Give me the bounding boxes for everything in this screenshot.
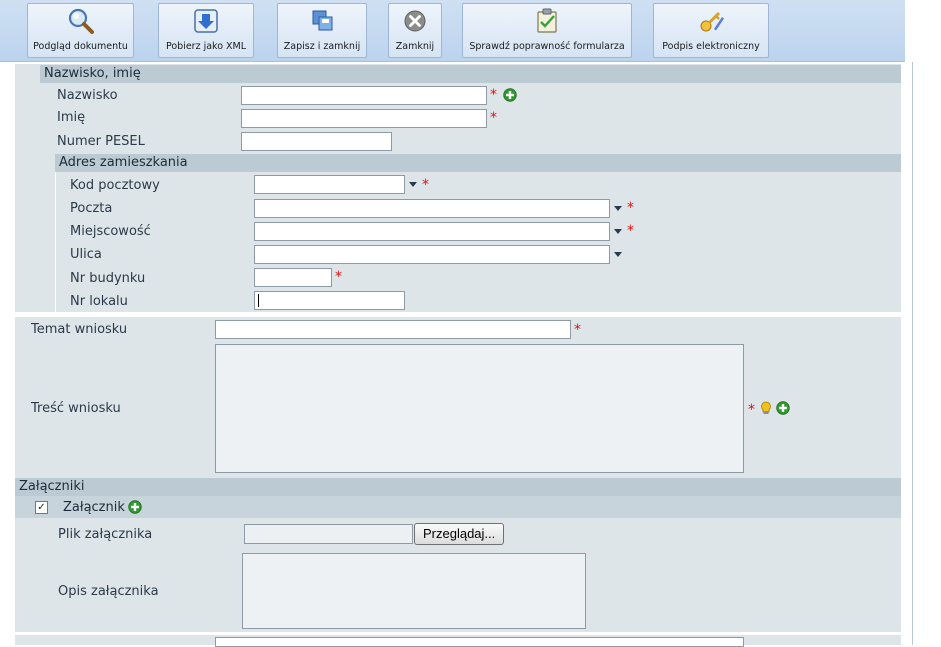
attachment-item-label: Załącznik [63, 500, 125, 515]
text-cursor [258, 294, 259, 307]
street-input[interactable] [254, 245, 610, 264]
address-section-header: Adres zamieszkania [55, 154, 901, 172]
validate-form-button[interactable]: Sprawdź poprawność formularza [462, 3, 632, 58]
street-label: Ulica [70, 247, 102, 262]
name-required-mark: * [490, 110, 497, 126]
city-input[interactable] [254, 222, 610, 241]
e-signature-label: Podpis elektroniczny [662, 41, 760, 52]
postal-code-dropdown-icon[interactable] [409, 182, 417, 187]
request-content-required-mark: * [748, 402, 755, 418]
magnifier-icon [68, 8, 94, 34]
request-content-textarea[interactable] [215, 344, 744, 473]
post-office-label: Poczta [70, 201, 113, 216]
pesel-input[interactable] [241, 132, 392, 151]
attachment-checkbox[interactable]: ✓ [35, 501, 48, 514]
surname-required-mark: * [490, 87, 497, 103]
preview-document-label: Podgląd dokumentu [33, 41, 128, 52]
close-icon [404, 10, 426, 32]
e-signature-button[interactable]: Podpis elektroniczny [653, 3, 769, 58]
attachments-section-header: Załączniki [15, 478, 901, 496]
flat-number-label: Nr lokalu [70, 294, 128, 309]
add-attachment-plus-icon[interactable] [128, 500, 142, 514]
surname-input[interactable] [241, 86, 487, 105]
add-surname-plus-icon[interactable] [503, 88, 517, 102]
add-content-plus-icon[interactable] [776, 401, 790, 415]
building-number-input[interactable] [254, 268, 332, 287]
postal-code-required-mark: * [422, 177, 429, 193]
city-dropdown-icon[interactable] [614, 229, 622, 234]
close-label: Zamknij [395, 41, 435, 52]
flat-number-input[interactable] [254, 291, 405, 310]
request-subject-required-mark: * [574, 322, 581, 338]
name-input[interactable] [241, 109, 487, 128]
building-number-required-mark: * [335, 269, 342, 285]
attachment-file-input[interactable] [244, 524, 413, 544]
post-office-required-mark: * [627, 200, 634, 216]
validate-form-label: Sprawdź poprawność formularza [469, 41, 625, 52]
attachment-file-label: Plik załącznika [58, 527, 153, 542]
save-close-icon [312, 10, 333, 31]
request-subject-input[interactable] [215, 320, 571, 339]
close-button[interactable]: Zamknij [388, 3, 442, 58]
request-subject-label: Temat wniosku [31, 322, 128, 337]
hint-bulb-icon[interactable] [759, 401, 773, 415]
request-content-label: Treść wniosku [31, 401, 121, 416]
street-dropdown-icon[interactable] [614, 252, 622, 257]
attachment-description-textarea[interactable] [242, 553, 586, 629]
name-label: Imię [57, 110, 86, 125]
postal-code-input[interactable] [254, 175, 405, 194]
pesel-label: Numer PESEL [57, 134, 145, 149]
city-label: Miejscowość [70, 224, 151, 239]
validate-icon [537, 8, 557, 33]
address-divider [55, 172, 56, 312]
building-number-label: Nr budynku [70, 271, 146, 286]
toolbar: Podgląd dokumentu Pobierz jako XML Zapis… [0, 0, 905, 62]
preview-document-button[interactable]: Podgląd dokumentu [27, 3, 134, 58]
signature-key-icon [700, 11, 724, 32]
browse-button[interactable]: Przeglądaj... [414, 523, 505, 545]
next-field-input[interactable] [215, 637, 744, 647]
scroll-area-edge [912, 62, 913, 645]
postal-code-label: Kod pocztowy [70, 178, 160, 193]
post-office-input[interactable] [254, 199, 610, 218]
download-xml-button[interactable]: Pobierz jako XML [158, 3, 254, 58]
attachment-description-label: Opis załącznika [58, 584, 159, 599]
surname-label: Nazwisko [57, 88, 118, 103]
download-xml-icon [194, 9, 218, 33]
post-office-dropdown-icon[interactable] [614, 206, 622, 211]
city-required-mark: * [627, 223, 634, 239]
download-xml-label: Pobierz jako XML [165, 41, 247, 52]
save-close-button[interactable]: Zapisz i zamknij [277, 3, 367, 58]
attachment-item-row [15, 496, 901, 518]
person-section-header: Nazwisko, imię [40, 65, 901, 83]
save-close-label: Zapisz i zamknij [283, 41, 361, 52]
